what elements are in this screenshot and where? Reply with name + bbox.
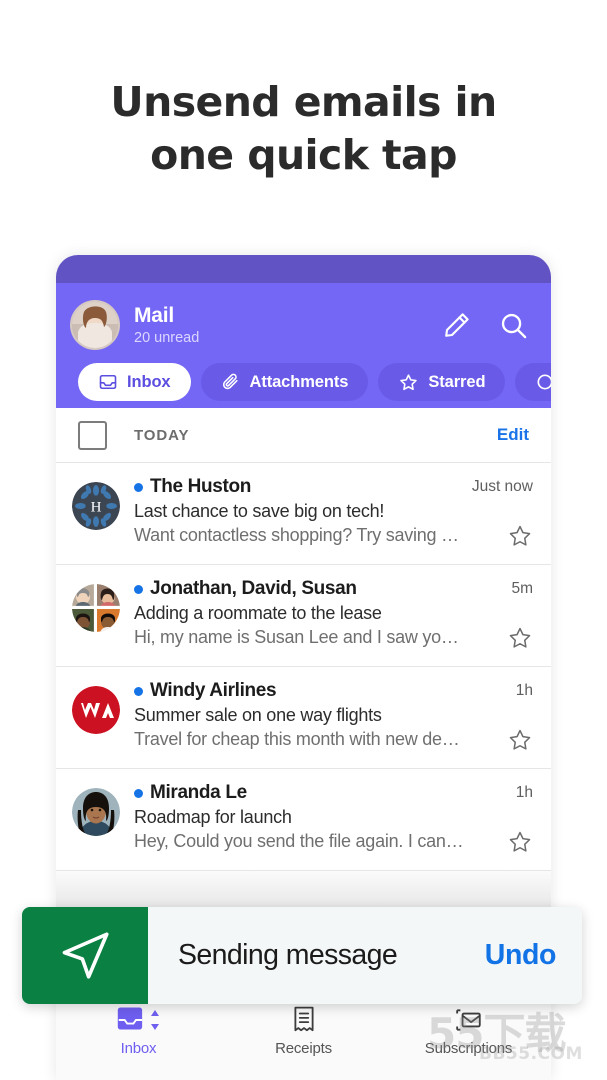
app-header: Mail 20 unread Inbox Attachments Starred bbox=[56, 283, 551, 408]
tab-starred-label: Starred bbox=[428, 372, 486, 391]
sender-avatar-huston: H bbox=[72, 482, 120, 530]
star-icon[interactable] bbox=[507, 625, 533, 651]
sender-name: Jonathan, David, Susan bbox=[150, 578, 357, 599]
unread-count: 20 unread bbox=[134, 329, 200, 346]
table-row[interactable]: H The Huston Last chance to save big on … bbox=[56, 463, 551, 565]
nav-item-receipts-label: Receipts bbox=[275, 1040, 332, 1057]
page-headline: Unsend emails in one quick tap bbox=[0, 76, 607, 182]
nav-item-subscriptions[interactable]: Subscriptions bbox=[387, 1004, 550, 1057]
sender-avatar-miranda bbox=[72, 788, 120, 836]
unread-dot bbox=[134, 584, 143, 594]
email-time: 1h bbox=[515, 784, 533, 801]
email-preview: Hi, my name is Susan Lee and I saw your … bbox=[134, 627, 467, 647]
subscription-icon bbox=[455, 1004, 483, 1036]
star-icon bbox=[398, 372, 419, 393]
email-list: TODAY Edit H The Huston Last chance to s… bbox=[56, 408, 551, 915]
email-subject: Last chance to save big on tech! bbox=[134, 501, 385, 521]
headline-line-2: one quick tap bbox=[150, 131, 457, 179]
sending-snackbar: Sending message Undo bbox=[22, 907, 582, 1004]
email-time: 1h bbox=[515, 682, 533, 699]
unread-dot bbox=[134, 482, 143, 492]
snackbar-message: Sending message bbox=[178, 939, 398, 971]
status-bar bbox=[56, 255, 551, 283]
circle-icon bbox=[535, 372, 551, 392]
sender-name: Windy Airlines bbox=[150, 680, 277, 701]
email-subject: Summer sale on one way flights bbox=[134, 705, 382, 725]
email-preview: Want contactless shopping? Try saving yo… bbox=[134, 525, 467, 545]
email-preview: Travel for cheap this month with new des… bbox=[134, 729, 467, 749]
unread-dot bbox=[134, 686, 143, 696]
email-subject: Roadmap for launch bbox=[134, 807, 292, 827]
edit-button[interactable]: Edit bbox=[497, 425, 529, 445]
email-subject: Adding a roommate to the lease bbox=[134, 603, 382, 623]
pencil-icon[interactable] bbox=[442, 310, 472, 340]
nav-item-inbox-label: Inbox bbox=[120, 1040, 157, 1057]
receipt-icon bbox=[291, 1004, 317, 1036]
inbox-sort-icon bbox=[117, 1004, 161, 1036]
sender-avatar-windy bbox=[72, 686, 120, 734]
tab-attachments[interactable]: Attachments bbox=[200, 363, 369, 401]
sender-name: Miranda Le bbox=[150, 782, 247, 803]
email-time: Just now bbox=[471, 478, 533, 495]
star-icon[interactable] bbox=[507, 727, 533, 753]
tab-unread[interactable]: Unread bbox=[515, 363, 551, 401]
select-all-checkbox[interactable] bbox=[78, 420, 107, 450]
tab-inbox[interactable]: Inbox bbox=[78, 363, 191, 401]
snackbar-body: Sending message Undo bbox=[148, 907, 582, 1004]
table-row[interactable]: Miranda Le Roadmap for launch Hey, Could… bbox=[56, 769, 551, 871]
search-icon[interactable] bbox=[498, 310, 529, 341]
section-label: TODAY bbox=[134, 426, 190, 444]
undo-button[interactable]: Undo bbox=[485, 939, 557, 972]
nav-item-inbox[interactable]: Inbox bbox=[57, 1004, 220, 1057]
svg-text:H: H bbox=[91, 500, 102, 516]
paperclip-icon bbox=[221, 372, 241, 392]
filter-chips: Inbox Attachments Starred bbox=[56, 353, 551, 401]
headline-line-1: Unsend emails in bbox=[110, 78, 497, 126]
star-icon[interactable] bbox=[507, 523, 533, 549]
tab-starred[interactable]: Starred bbox=[378, 363, 506, 401]
email-preview: Hey, Could you send the file again. I ca… bbox=[134, 831, 467, 851]
email-time: 5m bbox=[511, 580, 533, 597]
app-title: Mail bbox=[134, 303, 175, 327]
sender-avatar-group bbox=[72, 584, 120, 632]
table-row[interactable]: Jonathan, David, Susan Adding a roommate… bbox=[56, 565, 551, 667]
nav-item-subscriptions-label: Subscriptions bbox=[424, 1040, 513, 1057]
avatar[interactable] bbox=[70, 300, 120, 350]
table-row[interactable]: Windy Airlines Summer sale on one way fl… bbox=[56, 667, 551, 769]
app-titles: Mail 20 unread bbox=[134, 304, 442, 347]
bottom-navigation: Inbox Receipts Subscriptions bbox=[56, 995, 551, 1080]
header-actions bbox=[442, 310, 551, 341]
inbox-tray-icon bbox=[98, 372, 118, 392]
tab-attachments-label: Attachments bbox=[249, 372, 349, 391]
send-paper-plane-icon bbox=[22, 907, 148, 1004]
list-section-header: TODAY Edit bbox=[56, 408, 551, 463]
nav-item-receipts[interactable]: Receipts bbox=[222, 1004, 385, 1057]
star-icon[interactable] bbox=[507, 829, 533, 855]
unread-dot bbox=[134, 788, 143, 798]
sender-name: The Huston bbox=[150, 476, 251, 497]
tab-inbox-label: Inbox bbox=[127, 372, 171, 391]
